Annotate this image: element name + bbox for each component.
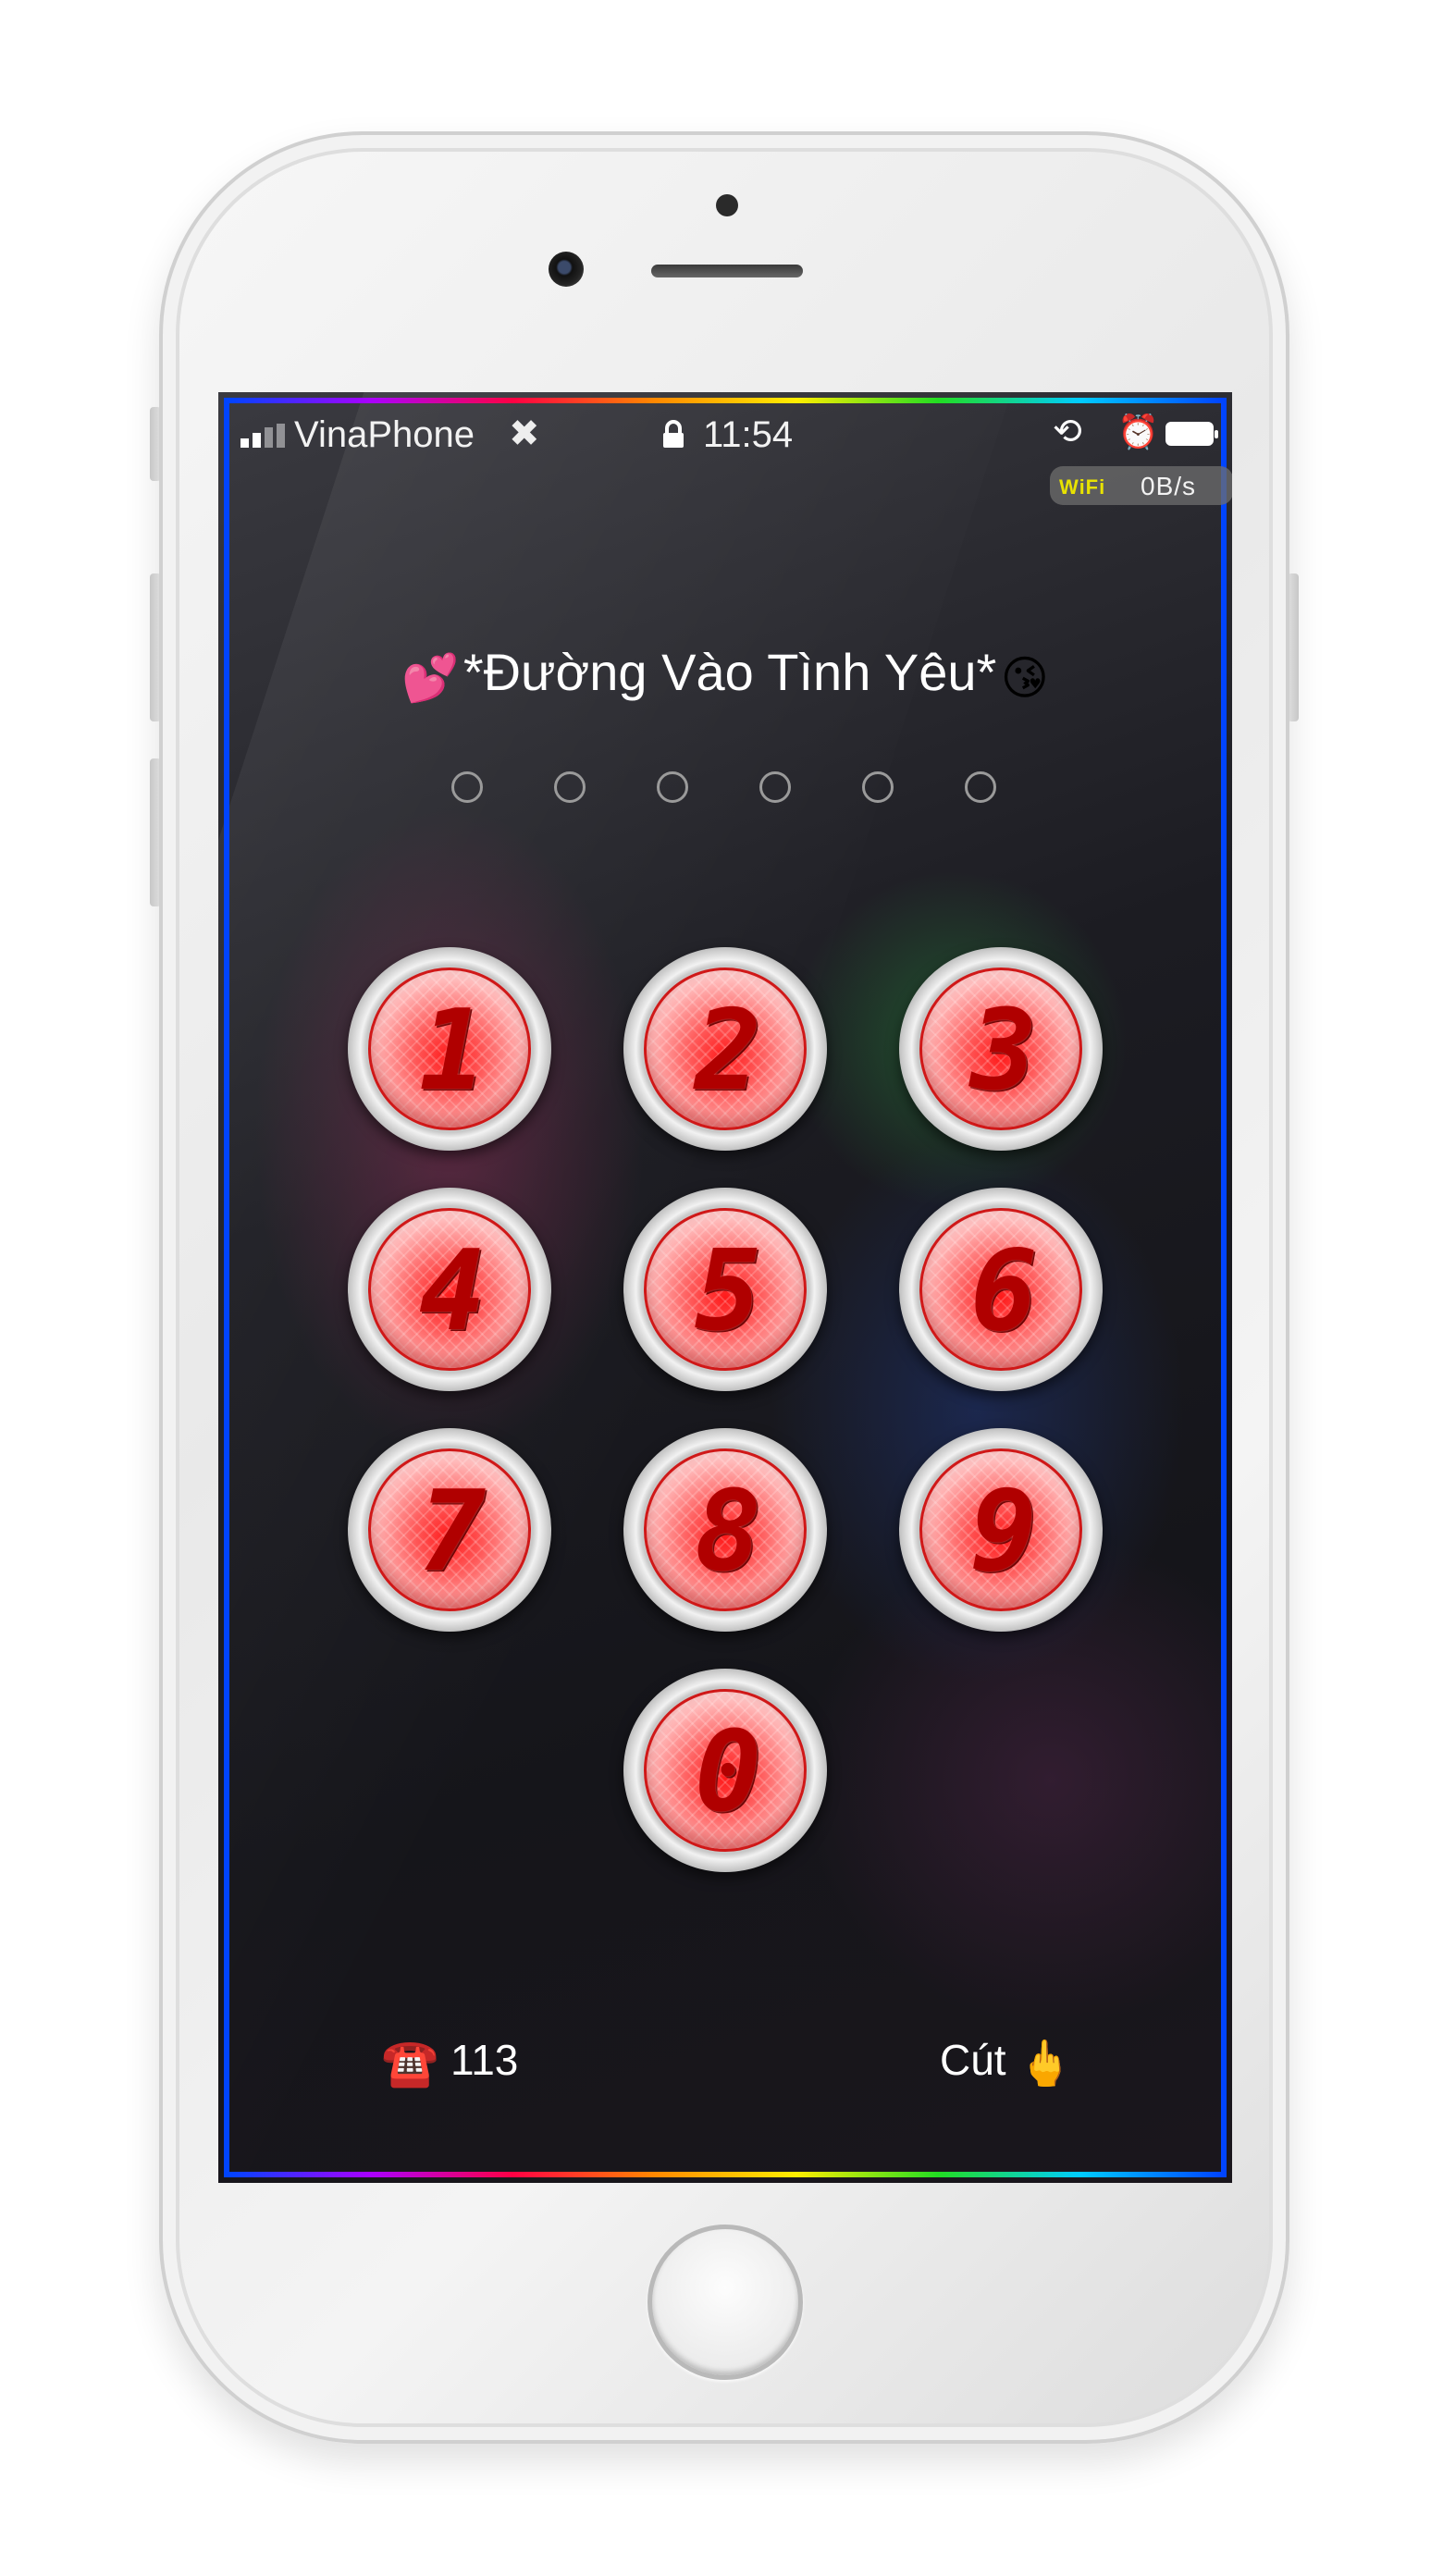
passcode-dot — [657, 771, 688, 803]
kiss-face-icon: 😘 — [1000, 652, 1049, 704]
clock: 11:54 — [703, 414, 794, 455]
wifi-label: WiFi — [1059, 475, 1106, 499]
key-7[interactable]: 7 — [348, 1428, 551, 1632]
key-1[interactable]: 1 — [348, 947, 551, 1151]
network-speed: 0B/s — [1141, 472, 1197, 500]
battery-icon — [1166, 422, 1218, 446]
device-mockup: VinaPhone ✖ 11:54 ⟲ ⏰ WiFi 0B/s 💕 *Đường… — [0, 0, 1443, 2576]
key-digit: 6 — [969, 1227, 1038, 1356]
emergency-button[interactable]: ☎️ 113 — [381, 2035, 518, 2090]
lock-icon — [663, 420, 684, 448]
rotation-lock-icon: ⟲ — [1053, 413, 1082, 451]
key-3[interactable]: 3 — [899, 947, 1103, 1151]
key-digit: 1 — [418, 987, 487, 1115]
passcode-title: 💕 *Đường Vào Tình Yêu* 😘 — [218, 642, 1232, 706]
alarm-icon: ⏰ — [1117, 413, 1159, 450]
key-4[interactable]: 4 — [348, 1188, 551, 1391]
key-digit: 5 — [694, 1227, 762, 1356]
cancel-button[interactable]: Cút 🖕 — [940, 2035, 1073, 2089]
key-6[interactable]: 6 — [899, 1188, 1103, 1391]
key-8[interactable]: 8 — [623, 1428, 827, 1632]
settings-icon: ✖ — [509, 413, 540, 454]
two-hearts-icon: 💕 — [401, 652, 460, 704]
key-0[interactable]: 0 — [623, 1669, 827, 1872]
key-5[interactable]: 5 — [623, 1188, 827, 1391]
emergency-label: 113 — [450, 2036, 519, 2084]
passcode-dot — [965, 771, 996, 803]
passcode-dot — [759, 771, 791, 803]
proximity-sensor — [716, 194, 738, 216]
front-camera — [549, 252, 584, 287]
network-speed-badge: WiFi 0B/s — [1050, 466, 1232, 505]
cancel-label: Cút — [940, 2036, 1006, 2084]
key-digit: 9 — [969, 1468, 1038, 1596]
passcode-dot — [862, 771, 894, 803]
key-digit: 7 — [418, 1468, 487, 1596]
passcode-dot — [451, 771, 483, 803]
key-2[interactable]: 2 — [623, 947, 827, 1151]
passcode-dot — [554, 771, 586, 803]
carrier-name: VinaPhone — [294, 414, 475, 455]
key-digit: 2 — [694, 987, 762, 1115]
key-digit: 4 — [418, 1227, 487, 1356]
key-9[interactable]: 9 — [899, 1428, 1103, 1632]
telephone-icon: ☎️ — [381, 2037, 439, 2089]
signal-bars-icon — [240, 424, 287, 448]
status-bar: VinaPhone ✖ 11:54 ⟲ ⏰ WiFi 0B/s — [240, 405, 1232, 505]
passcode-dots — [451, 771, 1006, 808]
earpiece-speaker — [651, 265, 803, 277]
home-button[interactable] — [648, 2225, 803, 2380]
key-digit: 0 — [694, 1708, 762, 1837]
key-digit: 3 — [969, 987, 1038, 1115]
middle-finger-icon: 🖕 — [1018, 2040, 1074, 2089]
key-digit: 8 — [694, 1468, 762, 1596]
title-text: *Đường Vào Tình Yêu* — [462, 643, 997, 701]
screen: VinaPhone ✖ 11:54 ⟲ ⏰ WiFi 0B/s 💕 *Đường… — [218, 392, 1232, 2183]
